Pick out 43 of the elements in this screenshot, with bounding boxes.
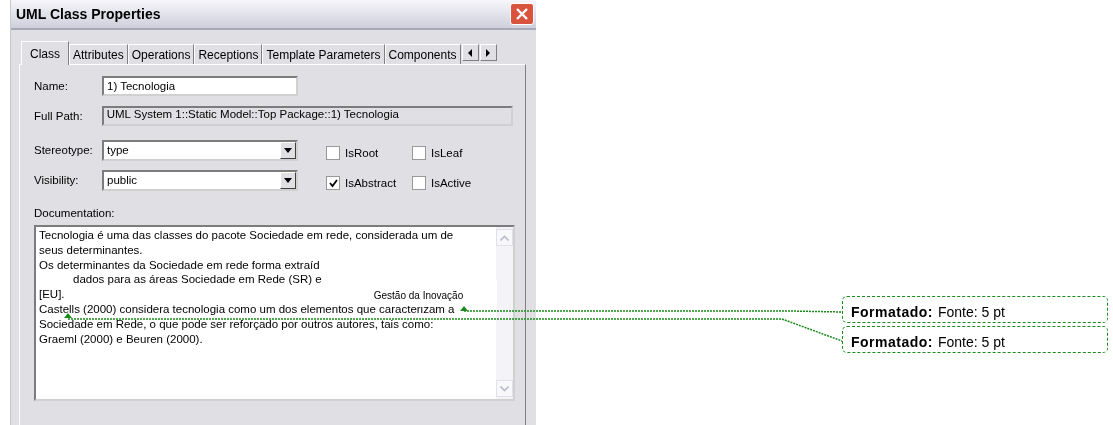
text-line: Graeml (2000) e Beuren (2000). <box>39 331 203 347</box>
text-line: seus determinantes. <box>39 242 143 258</box>
comment-text: Fonte: 5 pt <box>938 334 1005 350</box>
tab[interactable]: Template Parameters <box>262 44 385 64</box>
tab[interactable]: Attributes <box>69 44 128 64</box>
scroll-right-button[interactable] <box>479 44 497 61</box>
name-field[interactable]: 1) Tecnologia <box>102 76 298 96</box>
dropdown[interactable]: public <box>102 169 298 191</box>
tab[interactable]: Components <box>384 44 461 64</box>
scroll-left-button[interactable] <box>461 44 479 61</box>
tab[interactable]: Operations <box>127 44 195 64</box>
close-button[interactable] <box>510 3 534 25</box>
field-label: Stereotype: <box>34 144 94 156</box>
checkbox[interactable]: IsLeaf <box>412 145 492 161</box>
text-line: Os determinantes da Sociedade em rede forma extraíd <box>39 257 320 273</box>
checkbox[interactable]: IsActive <box>412 175 492 191</box>
dropdown[interactable]: type <box>102 139 298 161</box>
close-icon <box>515 7 529 21</box>
overlay-text: Gestão da Inovação <box>373 289 464 301</box>
tab[interactable]: Class <box>21 41 69 65</box>
left-triangle-icon <box>467 48 474 57</box>
text-line: dados para as áreas Sociedade em Rede (SR) e <box>73 272 322 288</box>
full-path-field[interactable]: UML System 1::Static Model::Top Package::1) Tecnologia <box>101 106 513 126</box>
right-triangle-icon <box>485 48 492 57</box>
window-title: UML Class Properties <box>16 6 161 22</box>
field-label: Visibility: <box>34 174 80 186</box>
text-line: Tecnologia é uma das classes do pacote Sociedade em rede, considerada um de <box>39 228 454 243</box>
checkbox[interactable]: IsRoot <box>326 145 412 161</box>
comment-text: Fonte: 5 pt <box>938 304 1005 320</box>
tab[interactable]: Receptions <box>194 44 263 64</box>
field-label: Name: <box>34 80 69 92</box>
documentation-label: Documentation: <box>34 207 116 219</box>
checkbox[interactable]: IsAbstract <box>326 175 412 191</box>
field-label: Full Path: <box>34 110 84 122</box>
documentation-field[interactable] <box>34 225 515 401</box>
scroll-down-icon <box>496 380 513 397</box>
comment-label: Formatado: <box>851 334 933 350</box>
text-line: Sociedade em Rede, o que pode ser reforçado por outros autores, tais como: <box>39 316 434 332</box>
scroll-up-icon <box>496 229 513 246</box>
comment-label: Formatado: <box>851 304 933 320</box>
scrollbar[interactable] <box>496 227 513 399</box>
text-line: Castells (2000) considera tecnologia como um dos elementos que caracterizam a <box>39 302 455 317</box>
text-line: [EU]. <box>39 287 65 302</box>
